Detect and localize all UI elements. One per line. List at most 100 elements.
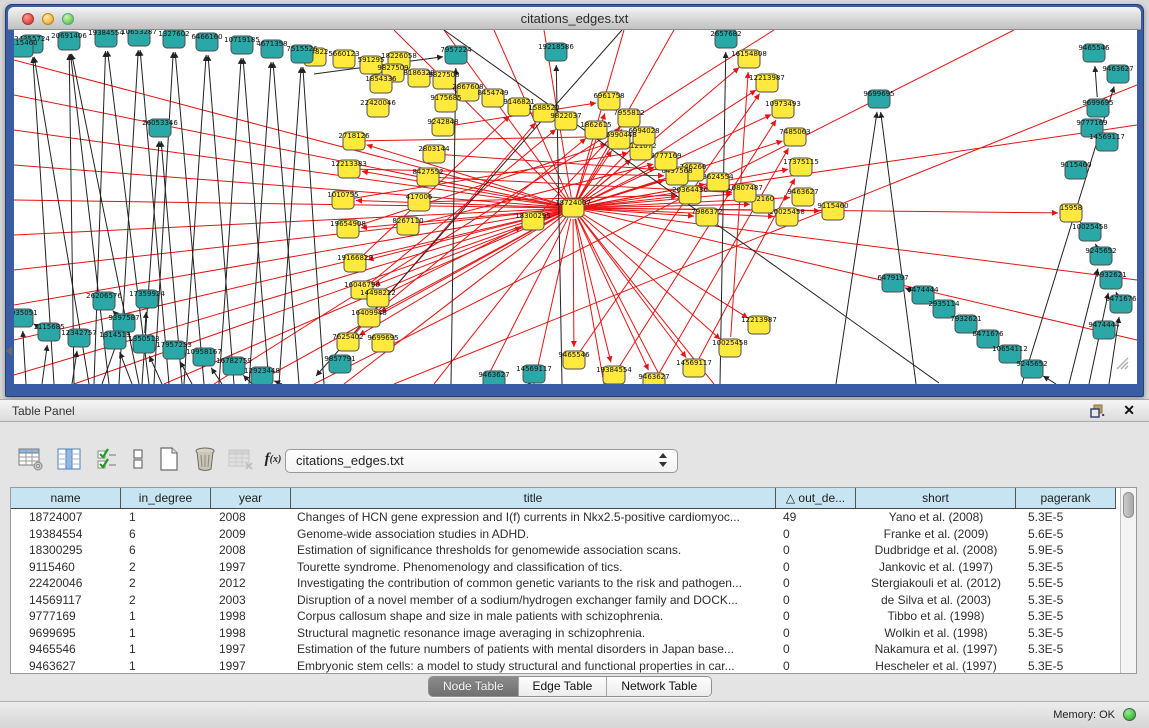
delete-column-icon[interactable] [190,444,220,474]
table-cell[interactable]: 1 [121,509,211,526]
table-cell[interactable]: Embryonic stem cells: a model to study s… [291,658,776,675]
table-cell[interactable]: 5.3E-5 [1016,559,1116,576]
table-row[interactable]: 1456911722003Disruption of a novel membe… [11,592,1116,609]
citation-network-graph[interactable]: 1872400716154808122139871097349374850631… [14,30,1137,384]
network-window-titlebar[interactable]: citations_edges.txt [8,7,1141,30]
table-row[interactable]: 911546021997Tourette syndrome. Phenomeno… [11,559,1116,576]
table-cell[interactable]: Yano et al. (2008) [856,509,1016,526]
resize-grip-icon[interactable] [1114,355,1129,370]
table-cell[interactable]: 2 [121,575,211,592]
table-cell[interactable]: Stergiakouli et al. (2012) [856,575,1016,592]
select-all-icon[interactable] [92,444,122,474]
column-header-year[interactable]: year [211,488,291,508]
table-cell[interactable]: 0 [776,592,856,609]
table-body[interactable]: 1872400712008Changes of HCN gene express… [11,509,1116,674]
table-cell[interactable]: 1 [121,608,211,625]
tab-node-table[interactable]: Node Table [429,677,519,696]
column-header-outde[interactable]: △ out_de... [776,488,856,508]
table-cell[interactable]: Nakamura et al. (1997) [856,641,1016,658]
table-row[interactable]: 977716911998Corpus callosum shape and si… [11,608,1116,625]
table-cell[interactable]: 2009 [211,526,291,543]
column-header-name[interactable]: name [11,488,121,508]
table-cell[interactable]: Disruption of a novel member of a sodium… [291,592,776,609]
table-row[interactable]: 969969511998Structural magnetic resonanc… [11,625,1116,642]
table-cell[interactable]: 0 [776,575,856,592]
table-cell[interactable]: Corpus callosum shape and size in male p… [291,608,776,625]
table-cell[interactable]: 6 [121,526,211,543]
function-builder-icon[interactable]: f(x) [258,444,288,474]
panel-collapse-arrow-icon[interactable] [6,346,12,356]
table-cell[interactable]: 0 [776,526,856,543]
table-cell[interactable]: 1 [121,658,211,675]
table-cell[interactable]: 0 [776,608,856,625]
table-cell[interactable]: Structural magnetic resonance image aver… [291,625,776,642]
table-cell[interactable]: 6 [121,542,211,559]
column-header-title[interactable]: title [291,488,776,508]
table-cell[interactable]: Dudbridge et al. (2008) [856,542,1016,559]
table-cell[interactable]: 2003 [211,592,291,609]
tab-network-table[interactable]: Network Table [607,677,711,696]
table-cell[interactable]: 2012 [211,575,291,592]
table-row[interactable]: 946362711997Embryonic stem cells: a mode… [11,658,1116,675]
new-column-icon[interactable] [154,444,184,474]
table-cell[interactable]: 5.3E-5 [1016,658,1116,675]
table-cell[interactable]: 5.5E-5 [1016,575,1116,592]
table-row[interactable]: 1830029562008Estimation of significance … [11,542,1116,559]
table-settings-icon[interactable] [16,444,46,474]
table-selector-dropdown[interactable]: citations_edges.txt [285,449,678,473]
table-cell[interactable]: 9463627 [11,658,121,675]
table-row[interactable]: 2242004622012Investigating the contribut… [11,575,1116,592]
table-cell[interactable]: Genome-wide association studies in ADHD. [291,526,776,543]
table-cell[interactable]: 18300295 [11,542,121,559]
table-cell[interactable]: Jankovic et al. (1997) [856,559,1016,576]
table-cell[interactable]: 18724007 [11,509,121,526]
table-cell[interactable]: 2008 [211,509,291,526]
column-header-pagerank[interactable]: pagerank [1016,488,1116,508]
scrollbar-thumb[interactable] [1123,492,1134,518]
table-cell[interactable]: 9777169 [11,608,121,625]
table-cell[interactable]: 0 [776,625,856,642]
table-cell[interactable]: 1 [121,641,211,658]
table-cell[interactable]: 0 [776,542,856,559]
table-cell[interactable]: 9465546 [11,641,121,658]
table-cell[interactable]: 0 [776,559,856,576]
memory-ok-icon[interactable] [1123,708,1136,721]
table-cell[interactable]: 0 [776,641,856,658]
table-cell[interactable]: 0 [776,658,856,675]
table-cell[interactable]: 1 [121,625,211,642]
column-header-indegree[interactable]: in_degree [121,488,211,508]
table-row[interactable]: 946554611997Estimation of the future num… [11,641,1116,658]
table-cell[interactable]: Estimation of the future numbers of pati… [291,641,776,658]
table-cell[interactable]: de Silva et al. (2003) [856,592,1016,609]
column-header-short[interactable]: short [856,488,1016,508]
table-cell[interactable]: 1998 [211,608,291,625]
table-cell[interactable]: Tibbo et al. (1998) [856,608,1016,625]
table-cell[interactable]: 2 [121,592,211,609]
table-cell[interactable]: 9699695 [11,625,121,642]
table-cell[interactable]: 1997 [211,559,291,576]
table-cell[interactable]: 22420046 [11,575,121,592]
float-window-icon[interactable] [1089,403,1105,419]
table-cell[interactable]: Franke et al. (2009) [856,526,1016,543]
table-cell[interactable]: 5.9E-5 [1016,542,1116,559]
tab-edge-table[interactable]: Edge Table [519,677,608,696]
column-visibility-icon[interactable] [54,444,84,474]
table-cell[interactable]: Changes of HCN gene expression and I(f) … [291,509,776,526]
table-cell[interactable]: 5.3E-5 [1016,509,1116,526]
table-cell[interactable]: 2008 [211,542,291,559]
table-cell[interactable]: 2 [121,559,211,576]
network-canvas[interactable]: 1872400716154808122139871097349374850631… [14,30,1137,384]
vertical-scrollbar[interactable] [1120,488,1136,673]
table-cell[interactable]: 19384554 [11,526,121,543]
table-cell[interactable]: 1997 [211,658,291,675]
table-cell[interactable]: 5.3E-5 [1016,592,1116,609]
table-cell[interactable]: 5.6E-5 [1016,526,1116,543]
table-cell[interactable]: Investigating the contribution of common… [291,575,776,592]
table-cell[interactable]: 9115460 [11,559,121,576]
close-icon[interactable]: ✕ [1123,402,1135,419]
table-cell[interactable]: 5.3E-5 [1016,608,1116,625]
table-cell[interactable]: 5.3E-5 [1016,625,1116,642]
table-cell[interactable]: 5.3E-5 [1016,641,1116,658]
table-cell[interactable]: 1998 [211,625,291,642]
row-height-icon[interactable] [123,444,153,474]
